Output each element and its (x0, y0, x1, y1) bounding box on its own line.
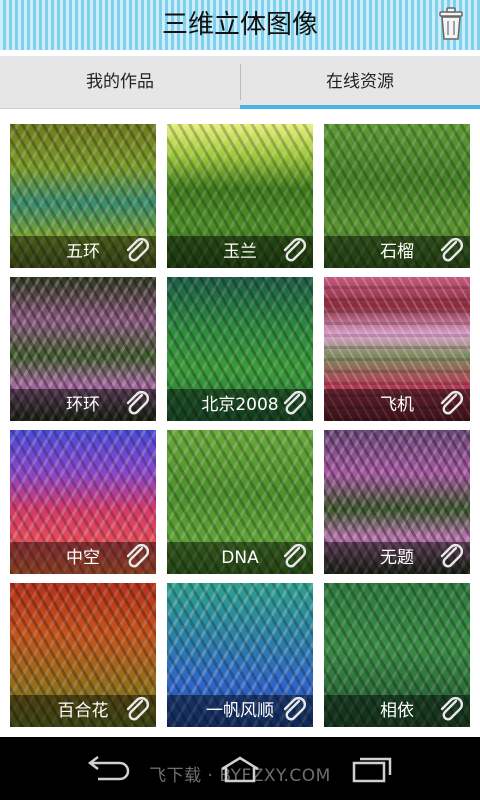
paperclip-icon[interactable] (436, 542, 466, 572)
paperclip-icon[interactable] (122, 542, 152, 572)
grid-tile[interactable]: 一帆风顺 (167, 583, 313, 727)
grid-tile[interactable]: 无题 (324, 430, 470, 574)
grid-tile[interactable]: 五环 (10, 124, 156, 268)
home-button[interactable] (216, 755, 264, 783)
system-nav-bar: 飞下载 · BYFZXY.COM (0, 737, 480, 800)
recent-apps-icon (352, 757, 392, 783)
grid-tile[interactable]: 玉兰 (167, 124, 313, 268)
tab-bar: 我的作品 在线资源 (0, 56, 480, 109)
tab-my-works[interactable]: 我的作品 (0, 56, 240, 108)
paperclip-icon[interactable] (436, 236, 466, 266)
trash-button[interactable] (436, 6, 466, 42)
grid-tile[interactable]: 石榴 (324, 124, 470, 268)
trash-icon (439, 7, 463, 40)
grid-tile[interactable]: 环环 (10, 277, 156, 421)
grid-tile[interactable]: DNA (167, 430, 313, 574)
paperclip-icon[interactable] (279, 236, 309, 266)
paperclip-icon[interactable] (122, 236, 152, 266)
paperclip-icon[interactable] (279, 389, 309, 419)
paperclip-icon[interactable] (436, 695, 466, 725)
grid-tile[interactable]: 百合花 (10, 583, 156, 727)
paperclip-icon[interactable] (122, 695, 152, 725)
paperclip-icon[interactable] (279, 542, 309, 572)
image-grid: 五环 玉兰 石榴 环环 北京2008 飞机 中空 DNA 无题 百合花 一帆风顺… (10, 124, 470, 727)
app-header: 三维立体图像 (0, 0, 480, 50)
grid-tile[interactable]: 中空 (10, 430, 156, 574)
grid-tile[interactable]: 相依 (324, 583, 470, 727)
grid-tile[interactable]: 北京2008 (167, 277, 313, 421)
app-title: 三维立体图像 (161, 10, 318, 40)
back-icon (87, 756, 130, 781)
home-icon (221, 756, 259, 783)
tab-online-resources[interactable]: 在线资源 (240, 56, 480, 109)
back-button[interactable] (84, 755, 132, 783)
recent-apps-button[interactable] (348, 755, 396, 783)
paperclip-icon[interactable] (436, 389, 466, 419)
paperclip-icon[interactable] (279, 695, 309, 725)
grid-tile[interactable]: 飞机 (324, 277, 470, 421)
paperclip-icon[interactable] (122, 389, 152, 419)
